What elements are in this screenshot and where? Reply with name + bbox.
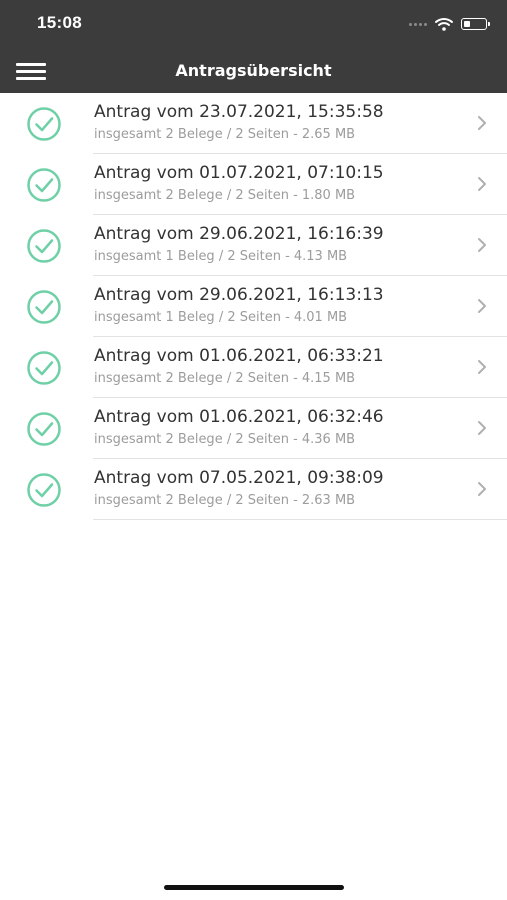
application-title: Antrag vom 29.06.2021, 16:16:39 — [94, 224, 384, 244]
home-indicator[interactable] — [164, 885, 344, 890]
application-details: insgesamt 2 Belege / 2 Seiten - 2.63 MB — [94, 493, 356, 508]
check-circle-icon — [27, 107, 61, 141]
chevron-right-icon — [478, 116, 486, 130]
page-title: Antragsübersicht — [175, 61, 332, 80]
application-title: Antrag vom 29.06.2021, 16:13:13 — [94, 285, 384, 305]
application-details: insgesamt 2 Belege / 2 Seiten - 4.15 MB — [94, 371, 356, 386]
cellular-signal-icon — [409, 22, 427, 26]
check-circle-icon — [27, 351, 61, 385]
application-title: Antrag vom 07.05.2021, 09:38:09 — [94, 468, 384, 488]
chevron-right-icon — [478, 360, 486, 374]
application-row[interactable]: Antrag vom 23.07.2021, 15:35:58 insgesam… — [0, 93, 507, 154]
check-circle-icon — [27, 168, 61, 202]
application-row[interactable]: Antrag vom 01.07.2021, 07:10:15 insgesam… — [0, 154, 507, 215]
status-bar-icons — [409, 14, 490, 34]
application-row[interactable]: Antrag vom 01.06.2021, 06:33:21 insgesam… — [0, 337, 507, 398]
row-divider — [93, 518, 507, 520]
check-circle-icon — [27, 229, 61, 263]
chevron-right-icon — [478, 299, 486, 313]
wifi-icon — [435, 18, 453, 31]
battery-icon — [461, 18, 490, 30]
application-list: Antrag vom 23.07.2021, 15:35:58 insgesam… — [0, 93, 507, 520]
application-title: Antrag vom 01.07.2021, 07:10:15 — [94, 163, 384, 183]
chevron-right-icon — [478, 177, 486, 191]
application-details: insgesamt 2 Belege / 2 Seiten - 2.65 MB — [94, 127, 356, 142]
application-details: insgesamt 2 Belege / 2 Seiten - 1.80 MB — [94, 188, 356, 203]
check-circle-icon — [27, 473, 61, 507]
application-row[interactable]: Antrag vom 01.06.2021, 06:32:46 insgesam… — [0, 398, 507, 459]
chevron-right-icon — [478, 421, 486, 435]
chevron-right-icon — [478, 482, 486, 496]
application-row[interactable]: Antrag vom 29.06.2021, 16:16:39 insgesam… — [0, 215, 507, 276]
application-title: Antrag vom 01.06.2021, 06:33:21 — [94, 346, 384, 366]
application-details: insgesamt 1 Beleg / 2 Seiten - 4.01 MB — [94, 310, 348, 325]
application-details: insgesamt 1 Beleg / 2 Seiten - 4.13 MB — [94, 249, 348, 264]
status-bar-time: 15:08 — [37, 13, 82, 32]
check-circle-icon — [27, 412, 61, 446]
app-header: 15:08 Antragsübersicht — [0, 0, 507, 93]
application-title: Antrag vom 23.07.2021, 15:35:58 — [94, 102, 384, 122]
application-details: insgesamt 2 Belege / 2 Seiten - 4.36 MB — [94, 432, 356, 447]
application-row[interactable]: Antrag vom 29.06.2021, 16:13:13 insgesam… — [0, 276, 507, 337]
chevron-right-icon — [478, 238, 486, 252]
application-title: Antrag vom 01.06.2021, 06:32:46 — [94, 407, 384, 427]
application-row[interactable]: Antrag vom 07.05.2021, 09:38:09 insgesam… — [0, 459, 507, 520]
check-circle-icon — [27, 290, 61, 324]
